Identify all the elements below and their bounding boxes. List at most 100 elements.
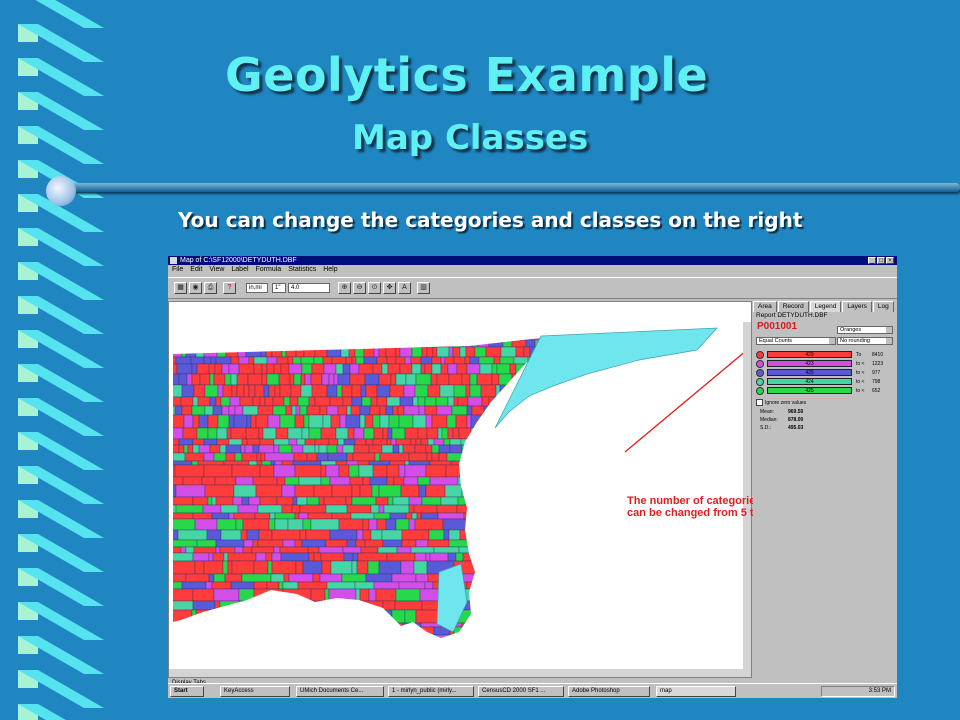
tract-cell[interactable] [376, 384, 391, 398]
tract-cell[interactable] [175, 484, 206, 498]
tract-cell[interactable] [211, 609, 229, 624]
tract-cell[interactable] [235, 476, 254, 486]
tract-cell[interactable] [438, 452, 448, 462]
tract-cell[interactable] [459, 346, 467, 358]
tract-cell[interactable] [256, 609, 282, 624]
tract-cell[interactable] [493, 427, 500, 440]
tract-cell[interactable] [239, 396, 254, 407]
tract-cell[interactable] [360, 384, 367, 398]
tract-cell[interactable] [185, 626, 193, 636]
tract-cell[interactable] [181, 346, 187, 358]
tract-cell[interactable] [440, 363, 449, 375]
tract-cell[interactable] [299, 339, 315, 348]
tract-cell[interactable] [483, 581, 490, 590]
tract-cell[interactable] [354, 622, 382, 628]
tract-cell[interactable] [169, 600, 194, 611]
tract-cell[interactable] [482, 332, 489, 341]
tract-cell[interactable] [198, 444, 211, 454]
tract-cell[interactable] [541, 539, 548, 548]
tract-cell[interactable] [345, 496, 353, 506]
tract-cell[interactable] [191, 339, 204, 348]
tract-cell[interactable] [396, 332, 409, 341]
tract-cell[interactable] [349, 476, 364, 486]
tract-cell[interactable] [227, 552, 257, 562]
scheme-select[interactable]: Oranges [837, 326, 893, 334]
tract-cell[interactable] [342, 546, 362, 554]
tract-cell[interactable] [404, 609, 417, 624]
tract-cell[interactable] [333, 339, 341, 348]
tract-cell[interactable] [215, 356, 232, 365]
tract-cell[interactable] [279, 384, 292, 398]
tract-cell[interactable] [192, 588, 215, 602]
tract-cell[interactable] [534, 414, 547, 429]
tract-cell[interactable] [185, 546, 195, 554]
tract-cell[interactable] [313, 339, 324, 348]
tract-cell[interactable] [511, 444, 524, 454]
tract-cell[interactable] [458, 427, 472, 440]
tract-cell[interactable] [273, 444, 280, 454]
tract-cell[interactable] [453, 384, 467, 398]
tract-cell[interactable] [472, 339, 479, 348]
tab-record[interactable]: Record [777, 301, 809, 312]
tract-cell[interactable] [228, 438, 243, 446]
taskbar-item[interactable]: CensusCD 2000 SF1 ... [478, 686, 564, 697]
tract-cell[interactable] [469, 384, 482, 398]
tract-cell[interactable] [444, 484, 463, 498]
tract-cell[interactable] [294, 484, 315, 498]
tract-cell[interactable] [234, 405, 244, 416]
tract-cell[interactable] [414, 518, 444, 531]
tract-cell[interactable] [191, 460, 199, 466]
tract-cell[interactable] [264, 396, 274, 407]
tract-cell[interactable] [260, 346, 267, 358]
tract-cell[interactable] [509, 363, 517, 375]
tract-cell[interactable] [272, 332, 283, 341]
tract-cell[interactable] [538, 512, 567, 520]
tract-cell[interactable] [462, 552, 477, 562]
tract-cell[interactable] [376, 396, 388, 407]
tract-cell[interactable] [532, 460, 557, 466]
tract-cell[interactable] [415, 373, 432, 386]
tract-cell[interactable] [410, 546, 435, 554]
tract-cell[interactable] [499, 384, 508, 398]
tract-cell[interactable] [261, 363, 268, 375]
tract-cell[interactable] [484, 560, 490, 575]
tract-cell[interactable] [248, 460, 258, 466]
tract-cell[interactable] [353, 444, 370, 454]
tract-cell[interactable] [429, 460, 452, 466]
tract-cell[interactable] [534, 518, 547, 531]
tract-cell[interactable] [319, 573, 343, 583]
tract-cell[interactable] [351, 356, 357, 365]
tract-cell[interactable] [337, 405, 348, 416]
tract-cell[interactable] [169, 476, 184, 486]
tract-cell[interactable] [192, 414, 200, 429]
tract-cell[interactable] [293, 452, 308, 462]
tract-cell[interactable] [214, 476, 237, 486]
tract-cell[interactable] [256, 452, 262, 462]
tract-cell[interactable] [253, 626, 277, 636]
tract-cell[interactable] [310, 373, 323, 386]
tract-cell[interactable] [290, 384, 302, 398]
tract-cell[interactable] [428, 529, 445, 541]
ignore-zero-checkbox[interactable]: Ignore zero values [756, 399, 806, 406]
tract-cell[interactable] [416, 512, 422, 520]
tract-cell[interactable] [169, 384, 183, 398]
tract-cell[interactable] [346, 405, 352, 416]
tract-cell[interactable] [408, 460, 431, 466]
tract-cell[interactable] [404, 460, 410, 466]
tract-cell[interactable] [253, 588, 284, 602]
tract-cell[interactable] [197, 460, 225, 466]
tract-cell[interactable] [192, 438, 205, 446]
tract-cell[interactable] [324, 634, 354, 644]
tract-cell[interactable] [523, 552, 535, 562]
tract-cell[interactable] [500, 484, 522, 498]
class-swatch[interactable]: 424 [767, 378, 852, 385]
checkbox-box[interactable] [756, 399, 763, 406]
tract-cell[interactable] [346, 452, 354, 462]
tract-cell[interactable] [271, 552, 282, 562]
tract-cell[interactable] [457, 496, 467, 506]
tract-cell[interactable] [499, 609, 521, 624]
tract-cell[interactable] [448, 529, 461, 541]
tract-cell[interactable] [465, 384, 471, 398]
tract-cell[interactable] [404, 356, 412, 365]
tract-cell[interactable] [314, 346, 328, 358]
